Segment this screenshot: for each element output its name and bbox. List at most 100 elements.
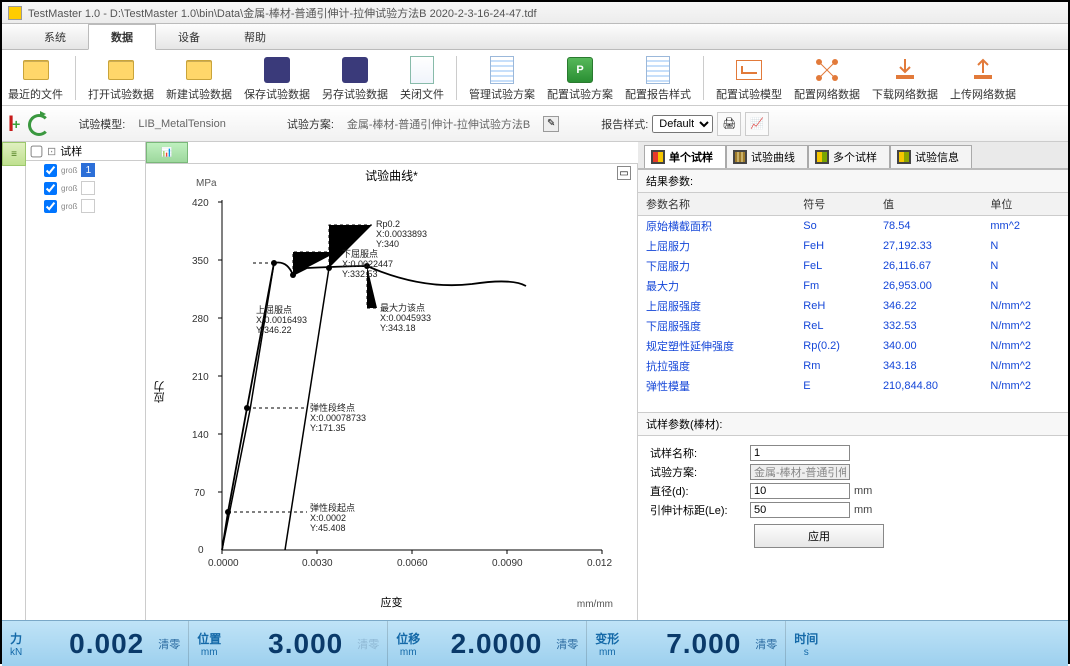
specimen-checkbox[interactable] [44, 164, 57, 177]
manage-scheme-label: 管理试验方案 [469, 86, 535, 102]
menu-data[interactable]: 数据 [88, 24, 156, 50]
manage-scheme-button[interactable]: 管理试验方案 [465, 52, 539, 104]
svg-text:0: 0 [198, 545, 204, 556]
specimen-select-all[interactable] [31, 145, 43, 157]
specimen-badge: 3 [81, 199, 95, 213]
table-row[interactable]: 下屈服力FeL26,116.67N [638, 256, 1068, 276]
status-force-value: 0.002 [30, 621, 150, 666]
specimen-form: 试样名称: 试验方案: 直径(d): mm 引伸计标距(Le): mm 应用 [638, 436, 1068, 554]
app-icon [8, 6, 22, 20]
table-row[interactable]: 原始横截面积So78.54mm^2 [638, 216, 1068, 237]
saveas-data-button[interactable]: 另存试验数据 [318, 52, 392, 104]
open-data-button[interactable]: 打开试验数据 [84, 52, 158, 104]
download-net-label: 下载网络数据 [872, 86, 938, 102]
config-scheme-button[interactable]: P配置试验方案 [543, 52, 617, 104]
window-title-bar: TestMaster 1.0 - D:\TestMaster 1.0\bin\D… [2, 2, 1068, 24]
tab-test-info[interactable]: 试验信息 [890, 145, 972, 168]
form-name-input[interactable] [750, 445, 850, 461]
chart-expand-button[interactable]: ▭ [617, 166, 631, 180]
status-position-zero[interactable]: 清零 [349, 621, 387, 666]
report-label: 报告样式: [601, 116, 648, 132]
chart-title: 试验曲线* [146, 164, 637, 187]
specimen-tag: groß [61, 184, 77, 193]
apply-button[interactable]: 应用 [754, 524, 884, 548]
config-report-button[interactable]: 配置报告样式 [621, 52, 695, 104]
form-gauge-unit: mm [854, 504, 872, 516]
results-table-wrapper[interactable]: 参数名称 符号 值 单位 原始横截面积So78.54mm^2上屈服力FeH27,… [638, 193, 1068, 413]
table-row[interactable]: 上屈服强度ReH346.22N/mm^2 [638, 296, 1068, 316]
svg-text:280: 280 [192, 314, 209, 325]
refresh-icon[interactable] [26, 112, 50, 136]
report-select[interactable]: Default [652, 115, 713, 133]
tab-label: 试验曲线 [751, 149, 795, 165]
new-data-label: 新建试验数据 [166, 86, 232, 102]
workspace: ≡ ⊡ 试样 groß 1 groß 2 groß 3 📊 试验曲线* [2, 142, 1068, 620]
tab-multi-specimen[interactable]: 多个试样 [808, 145, 890, 168]
window-title: TestMaster 1.0 - D:\TestMaster 1.0\bin\D… [28, 5, 537, 21]
table-row[interactable]: 最大力Fm26,953.00N [638, 276, 1068, 296]
svg-text:0.0120: 0.0120 [587, 558, 612, 569]
print-icon: 🖨 [722, 117, 736, 130]
status-deform-zero[interactable]: 清零 [747, 621, 785, 666]
menu-device[interactable]: 设备 [156, 25, 222, 49]
status-disp-zero[interactable]: 清零 [548, 621, 586, 666]
col-symbol: 符号 [795, 193, 875, 216]
chart-prefs-button[interactable]: 📈 [745, 112, 769, 136]
tab-icon: 📊 [161, 147, 172, 158]
menu-help[interactable]: 帮助 [222, 25, 288, 49]
tab-single-specimen[interactable]: 单个试样 [644, 145, 726, 168]
new-data-button[interactable]: 新建试验数据 [162, 52, 236, 104]
config-scheme-label: 配置试验方案 [547, 86, 613, 102]
specimen-tree-item[interactable]: groß 1 [26, 161, 145, 179]
close-file-button[interactable]: 关闭文件 [396, 52, 448, 104]
print-button[interactable]: 🖨 [717, 112, 741, 136]
status-deform-label: 变形mm [587, 621, 627, 666]
table-row[interactable]: 抗拉强度Rm343.18N/mm^2 [638, 356, 1068, 376]
save-data-button[interactable]: 保存试验数据 [240, 52, 314, 104]
table-row[interactable]: 下屈服强度ReL332.53N/mm^2 [638, 316, 1068, 336]
right-tabs: 单个试样 试验曲线 多个试样 试验信息 [638, 142, 1068, 170]
svg-text:0.0060: 0.0060 [397, 558, 428, 569]
left-strip: ≡ [2, 142, 26, 620]
table-row[interactable]: 规定塑性延伸强度Rp(0.2)340.00N/mm^2 [638, 336, 1068, 356]
chart-tab-1[interactable]: 📊 [146, 142, 188, 163]
download-net-button[interactable]: 下载网络数据 [868, 52, 942, 104]
config-net-label: 配置网络数据 [794, 86, 860, 102]
ribbon-toolbar: 最近的文件 打开试验数据 新建试验数据 保存试验数据 另存试验数据 关闭文件 管… [2, 50, 1068, 106]
form-dia-input[interactable] [750, 483, 850, 499]
tab-test-curve[interactable]: 试验曲线 [726, 145, 808, 168]
col-unit: 单位 [982, 193, 1068, 216]
specimen-tree-item[interactable]: groß 2 [26, 179, 145, 197]
table-row[interactable]: 上屈服力FeH27,192.33N [638, 236, 1068, 256]
chart-column: 📊 试验曲线* ▭ MPa 应力 应变 mm/mm 0 70 140 210 2… [146, 142, 638, 620]
status-disp-value: 2.0000 [428, 621, 548, 666]
divider [456, 56, 457, 100]
chart-area[interactable]: 试验曲线* ▭ MPa 应力 应变 mm/mm 0 70 140 210 280… [146, 164, 638, 620]
specimen-tree-item[interactable]: groß 3 [26, 197, 145, 215]
specimen-checkbox[interactable] [44, 200, 57, 213]
table-row[interactable]: 弹性模量E210,844.80N/mm^2 [638, 376, 1068, 396]
upload-net-button[interactable]: 上传网络数据 [946, 52, 1020, 104]
upload-net-label: 上传网络数据 [950, 86, 1016, 102]
status-disp-label: 位移mm [388, 621, 428, 666]
form-scheme-input [750, 464, 850, 480]
tab-label: 单个试样 [669, 149, 713, 165]
model-label: 试验模型: [78, 116, 125, 132]
status-force-label: 力kN [2, 621, 30, 666]
form-gauge-input[interactable] [750, 502, 850, 518]
config-net-button[interactable]: 配置网络数据 [790, 52, 864, 104]
scheme-edit-button[interactable]: ✎ [543, 116, 559, 132]
strip-ruler-icon[interactable]: ≡ [2, 142, 26, 166]
recent-files-button[interactable]: 最近的文件 [4, 52, 67, 104]
menu-system[interactable]: 系统 [22, 25, 88, 49]
chart-icon: 📈 [750, 117, 764, 130]
status-force-zero[interactable]: 清零 [150, 621, 188, 666]
tab-icon [733, 150, 747, 164]
tab-icon [651, 150, 665, 164]
tab-icon [897, 150, 911, 164]
right-panel: 单个试样 试验曲线 多个试样 试验信息 结果参数: 参数名称 符号 值 单位 原… [638, 142, 1068, 620]
chart-x-unit: mm/mm [577, 599, 613, 610]
config-model-button[interactable]: 配置试验模型 [712, 52, 786, 104]
specimen-add-icon[interactable]: I+ [8, 111, 20, 137]
specimen-checkbox[interactable] [44, 182, 57, 195]
